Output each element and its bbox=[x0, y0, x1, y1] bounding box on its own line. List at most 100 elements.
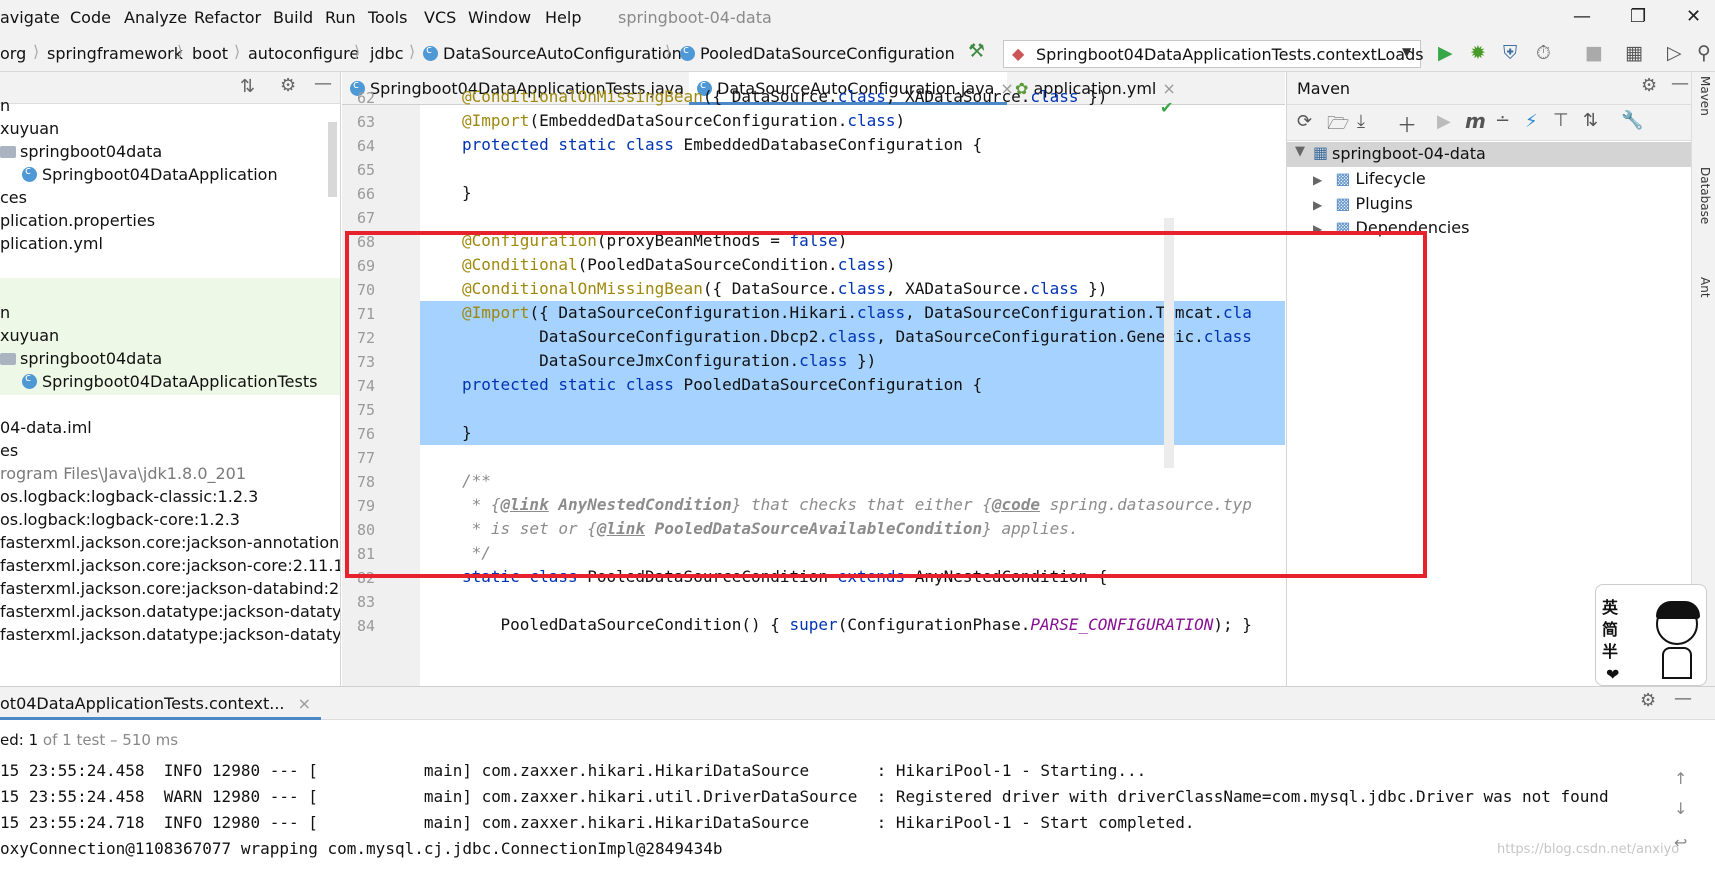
minimize-icon[interactable]: — bbox=[1573, 6, 1591, 27]
tree-row[interactable]: n bbox=[0, 94, 340, 119]
debug-icon[interactable]: ✹ bbox=[1470, 42, 1486, 64]
offline-icon[interactable]: ⚡ bbox=[1525, 111, 1538, 132]
tree-row[interactable]: plication.yml bbox=[0, 232, 340, 257]
code-line[interactable]: DataSourceJmxConfiguration.class }) bbox=[420, 349, 1285, 373]
reload-icon[interactable]: ⟳ bbox=[1297, 111, 1312, 132]
scroll-down-icon[interactable]: ↓ bbox=[1674, 799, 1687, 818]
show-dependencies-icon[interactable]: ⊤ bbox=[1553, 110, 1569, 131]
tree-row[interactable]: springboot04data bbox=[0, 347, 340, 372]
side-tab-database[interactable]: Database bbox=[1698, 167, 1712, 224]
code-line[interactable]: @Import({ DataSourceConfiguration.Hikari… bbox=[420, 301, 1285, 325]
menu-run[interactable]: Run bbox=[325, 8, 356, 27]
menu-vcs[interactable]: VCS bbox=[424, 8, 456, 27]
tree-row[interactable]: rogram Files\Java\jdk1.8.0_201 bbox=[0, 462, 340, 487]
maven-project-row[interactable]: ▼ ▦ springboot-04-data bbox=[1287, 142, 1691, 167]
tree-row[interactable]: os.logback:logback-classic:1.2.3 bbox=[0, 485, 340, 510]
terminal-icon[interactable]: ▷ bbox=[1667, 42, 1682, 64]
side-tab-maven[interactable]: Maven bbox=[1698, 76, 1712, 116]
code-line[interactable]: @ConditionalOnMissingBean({ DataSource.c… bbox=[420, 277, 1285, 301]
code-line[interactable] bbox=[420, 205, 1285, 229]
tree-row[interactable]: fasterxml.jackson.datatype:jackson-datat… bbox=[0, 600, 340, 625]
code-line[interactable]: protected static class PooledDataSourceC… bbox=[420, 373, 1285, 397]
code-line[interactable] bbox=[420, 397, 1285, 421]
search-icon[interactable]: ⚲ bbox=[1697, 42, 1711, 64]
menu-build[interactable]: Build bbox=[273, 8, 313, 27]
expand-arrow-icon[interactable]: ▶ bbox=[1313, 173, 1322, 187]
code-line[interactable]: */ bbox=[420, 541, 1285, 565]
tree-row[interactable]: 04-data.iml bbox=[0, 416, 340, 441]
run-icon[interactable]: ▶ bbox=[1438, 42, 1453, 64]
tree-row[interactable] bbox=[0, 278, 340, 303]
breadcrumb-class-datasourceautoconfiguration[interactable]: DataSourceAutoConfiguration bbox=[423, 43, 682, 63]
expand-arrow-icon[interactable]: ▼ bbox=[1295, 144, 1305, 159]
editor-scrollbar[interactable] bbox=[1164, 218, 1174, 468]
menu-refactor[interactable]: Refactor bbox=[194, 8, 261, 27]
add-icon[interactable]: ＋ bbox=[1397, 109, 1417, 138]
code-line[interactable]: @Conditional(PooledDataSourceCondition.c… bbox=[420, 253, 1285, 277]
code-line[interactable]: /** bbox=[420, 469, 1285, 493]
side-tab-ant[interactable]: Ant bbox=[1698, 277, 1712, 298]
code-area[interactable]: @ConditionalOnMissingBean({ DataSource.c… bbox=[342, 72, 1285, 686]
collapse-all-icon[interactable]: ⇅ bbox=[1583, 110, 1598, 131]
code-line[interactable] bbox=[420, 157, 1285, 181]
tree-row[interactable]: ces bbox=[0, 186, 340, 211]
code-line[interactable]: @Import(EmbeddedDataSourceConfiguration.… bbox=[420, 109, 1285, 133]
menu-window[interactable]: Window bbox=[468, 8, 531, 27]
wrench-icon[interactable]: 🔧 bbox=[1621, 110, 1643, 131]
maven-goal-icon[interactable]: m bbox=[1465, 109, 1486, 133]
close-tab-icon[interactable]: × bbox=[298, 694, 311, 713]
code-line[interactable]: protected static class EmbeddedDatabaseC… bbox=[420, 133, 1285, 157]
tree-row[interactable]: os.logback:logback-core:1.2.3 bbox=[0, 508, 340, 533]
tree-row[interactable]: n bbox=[0, 301, 340, 326]
breadcrumb-boot[interactable]: boot bbox=[192, 44, 228, 63]
hide-panel-icon[interactable]: — bbox=[314, 73, 332, 94]
download-icon[interactable]: ⤓ bbox=[1357, 111, 1365, 132]
code-line[interactable]: @ConditionalOnMissingBean({ DataSource.c… bbox=[420, 85, 1285, 109]
code-line[interactable]: * {@link AnyNestedCondition} that checks… bbox=[420, 493, 1285, 517]
tree-row[interactable]: plication.properties bbox=[0, 209, 340, 234]
menu-help[interactable]: Help bbox=[545, 8, 581, 27]
code-line[interactable] bbox=[420, 589, 1285, 613]
hide-panel-icon[interactable]: — bbox=[1674, 688, 1692, 709]
tree-row[interactable]: springboot04data bbox=[0, 140, 340, 165]
breadcrumb-class-pooled[interactable]: PooledDataSourceConfiguration bbox=[680, 43, 955, 63]
menu-navigate[interactable]: avigate bbox=[0, 8, 60, 27]
breadcrumb-org[interactable]: org bbox=[0, 44, 26, 63]
menu-code[interactable]: Code bbox=[70, 8, 111, 27]
menu-analyze[interactable]: Analyze bbox=[124, 8, 187, 27]
breadcrumb-autoconfigure[interactable]: autoconfigure bbox=[248, 44, 359, 63]
close-icon[interactable]: ✕ bbox=[1686, 6, 1701, 27]
stop-icon[interactable]: ■ bbox=[1585, 42, 1603, 64]
hide-panel-icon[interactable]: — bbox=[1671, 73, 1689, 94]
coverage-icon[interactable]: ⛨ bbox=[1503, 42, 1517, 64]
skip-tests-icon[interactable]: ∸ bbox=[1495, 110, 1510, 131]
run-tab[interactable]: ot04DataApplicationTests.context... × bbox=[0, 687, 322, 720]
expand-arrow-icon[interactable]: ▶ bbox=[1313, 222, 1322, 236]
maximize-icon[interactable]: ❐ bbox=[1630, 6, 1646, 27]
tree-row[interactable]: xuyuan bbox=[0, 117, 340, 142]
tree-scrollbar[interactable] bbox=[328, 122, 337, 197]
hammer-icon[interactable]: ⚒ bbox=[968, 40, 985, 62]
code-line[interactable] bbox=[420, 445, 1285, 469]
code-line[interactable]: DataSourceConfiguration.Dbcp2.class, Dat… bbox=[420, 325, 1285, 349]
maven-lifecycle-row[interactable]: ▶ ▩ Lifecycle bbox=[1313, 169, 1426, 188]
code-line[interactable]: static class PooledDataSourceCondition e… bbox=[420, 565, 1285, 589]
gear-icon[interactable]: ⚙ bbox=[1641, 75, 1657, 96]
breadcrumb-springframework[interactable]: springframework bbox=[47, 44, 183, 63]
breadcrumb-jdbc[interactable]: jdbc bbox=[370, 44, 404, 63]
gear-icon[interactable]: ⚙ bbox=[280, 75, 296, 96]
expand-arrow-icon[interactable]: ▶ bbox=[1313, 198, 1322, 212]
tree-row[interactable] bbox=[0, 255, 340, 280]
gear-icon[interactable]: ⚙ bbox=[1640, 690, 1656, 711]
run-configuration-select[interactable]: ◆ Springboot04DataApplicationTests.conte… bbox=[1003, 40, 1424, 68]
scroll-up-icon[interactable]: ↑ bbox=[1674, 769, 1687, 788]
code-line[interactable]: PooledDataSourceCondition() { super(Conf… bbox=[420, 613, 1285, 637]
tree-row[interactable]: xuyuan bbox=[0, 324, 340, 349]
tree-row[interactable]: fasterxml.jackson.datatype:jackson-datat… bbox=[0, 623, 340, 648]
generate-sources-icon[interactable]: 🗁 bbox=[1327, 111, 1349, 141]
profile-icon[interactable]: ⏱ bbox=[1536, 42, 1551, 64]
code-line[interactable]: } bbox=[420, 421, 1285, 445]
code-line[interactable]: @Configuration(proxyBeanMethods = false) bbox=[420, 229, 1285, 253]
tree-row[interactable]: es bbox=[0, 439, 340, 464]
menu-tools[interactable]: Tools bbox=[368, 8, 407, 27]
